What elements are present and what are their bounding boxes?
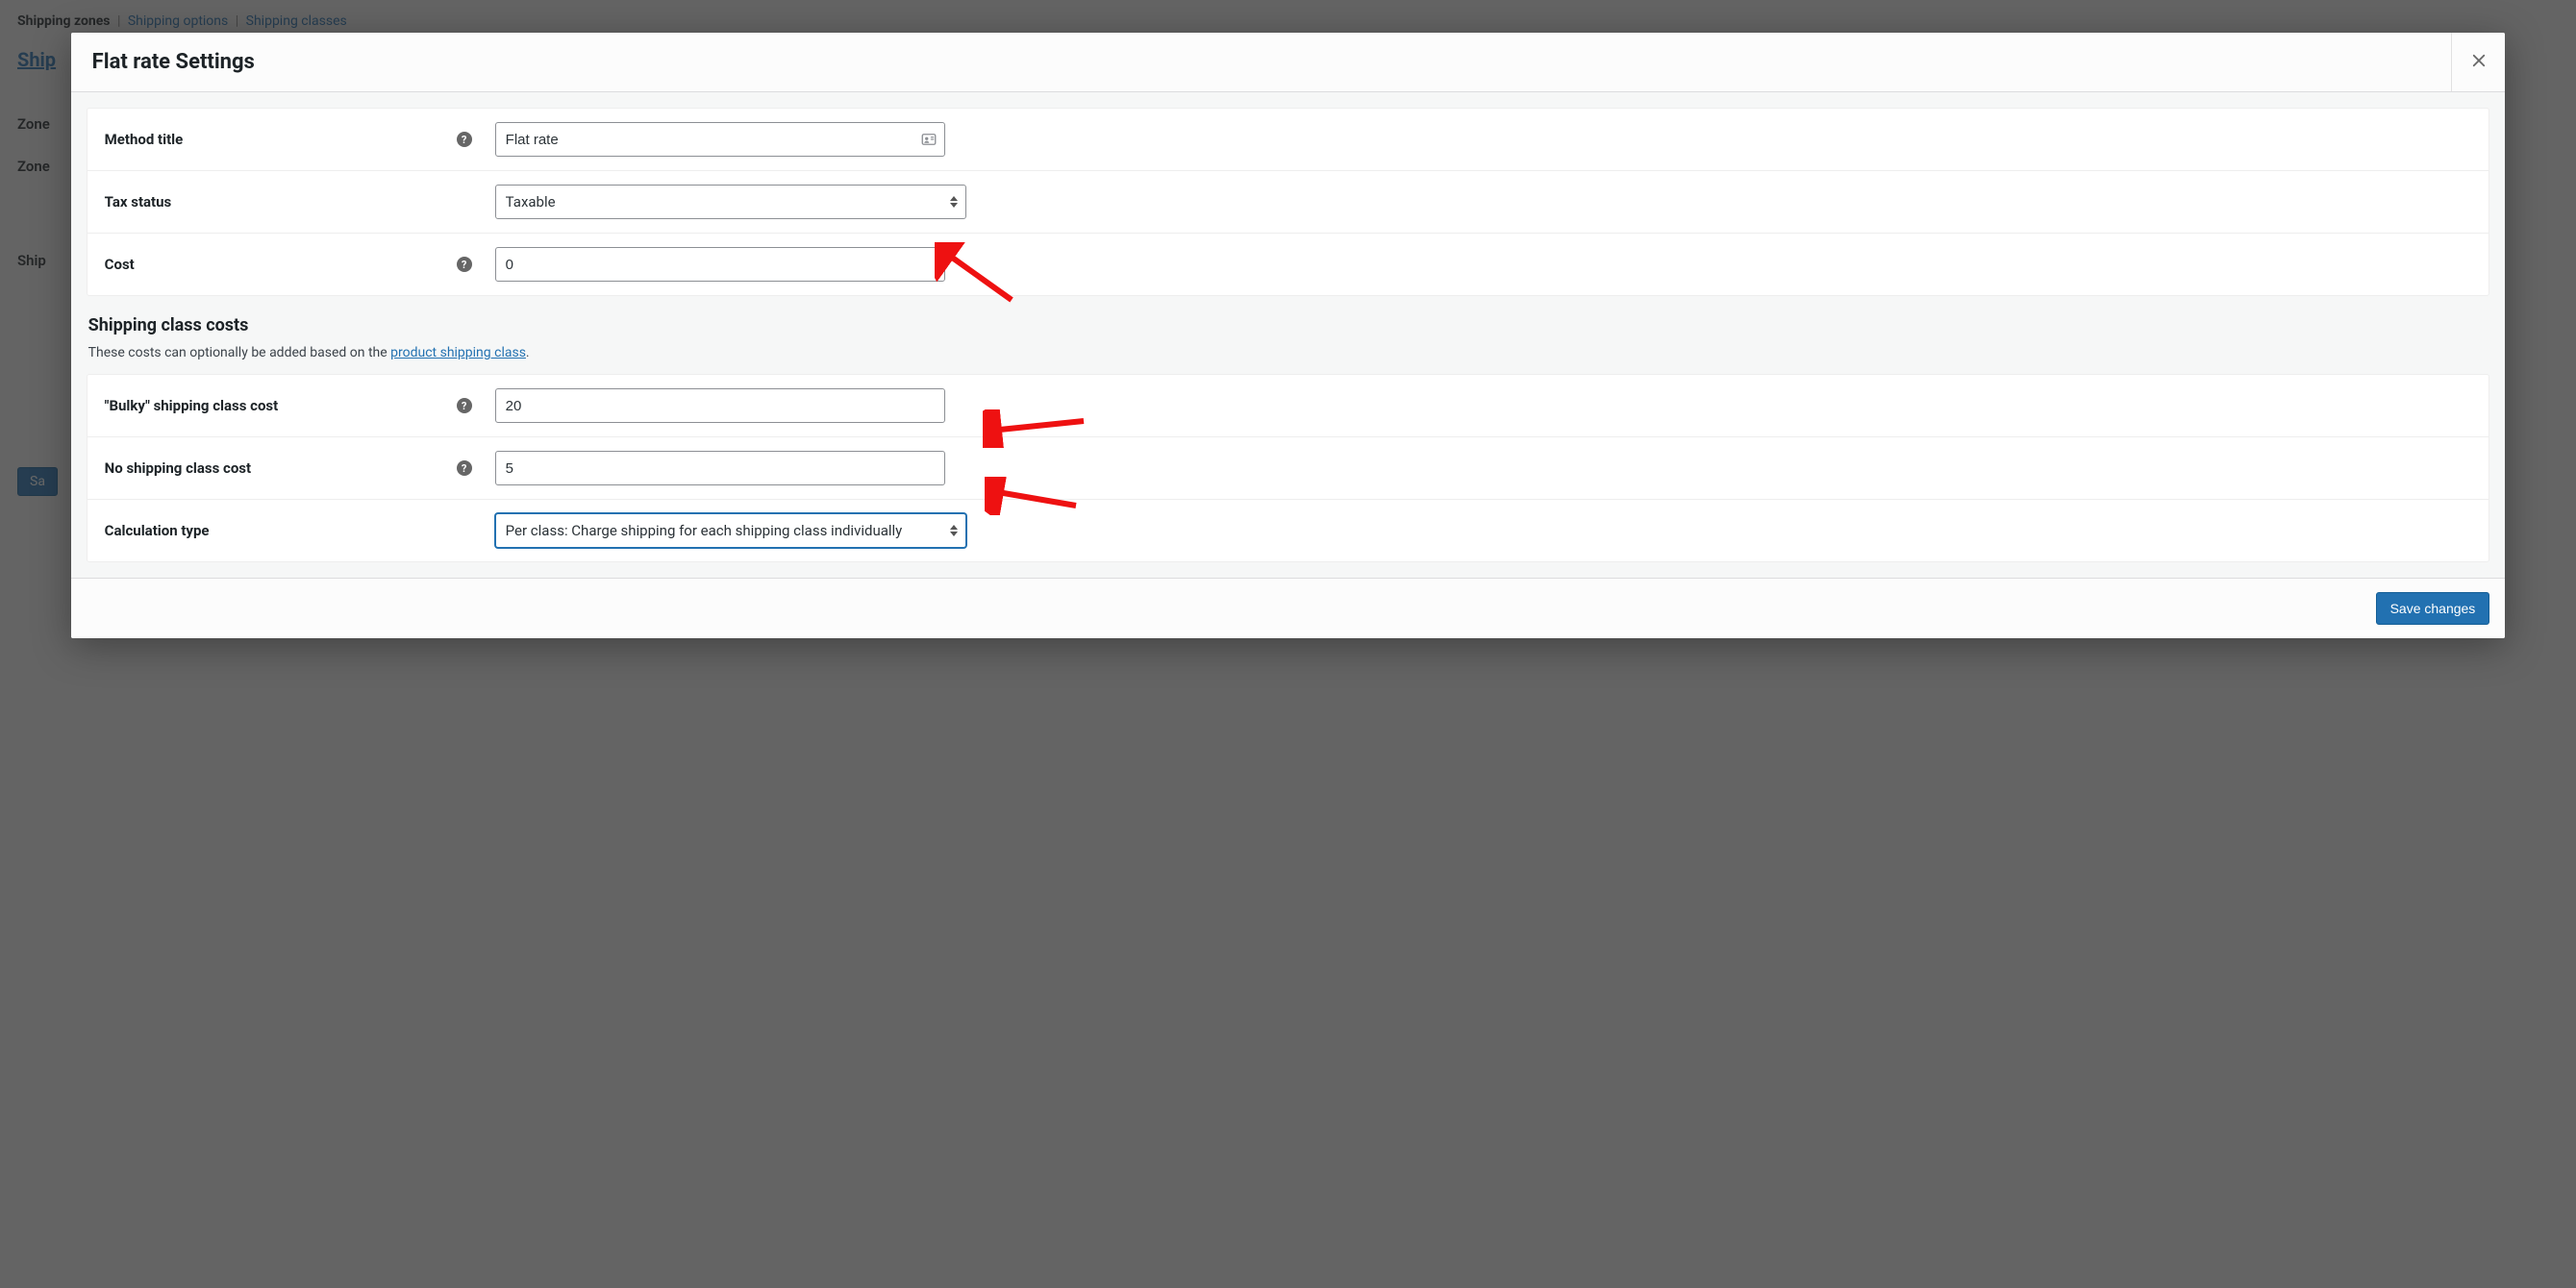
modal-footer: Save changes bbox=[71, 578, 2506, 638]
save-changes-button[interactable]: Save changes bbox=[2376, 592, 2490, 625]
tax-status-label: Tax status bbox=[105, 193, 172, 211]
help-icon[interactable]: ? bbox=[457, 460, 472, 476]
flat-rate-settings-modal: Flat rate Settings Method title bbox=[71, 33, 2506, 638]
no-class-cost-input[interactable] bbox=[495, 451, 945, 485]
cost-label: Cost bbox=[105, 256, 135, 273]
calculation-type-label: Calculation type bbox=[105, 522, 210, 539]
select-arrows-icon bbox=[950, 196, 958, 208]
product-shipping-class-link[interactable]: product shipping class bbox=[390, 345, 526, 360]
calculation-type-value: Per class: Charge shipping for each ship… bbox=[506, 522, 903, 539]
modal-body: Method title ? bbox=[71, 92, 2506, 578]
close-icon bbox=[2470, 52, 2488, 73]
bulky-class-cost-label: "Bulky" shipping class cost bbox=[105, 397, 279, 414]
help-icon[interactable]: ? bbox=[457, 398, 472, 413]
modal-header: Flat rate Settings bbox=[71, 33, 2506, 92]
shipping-class-costs-header: Shipping class costs These costs can opt… bbox=[87, 296, 2490, 374]
bulky-class-cost-input[interactable] bbox=[495, 388, 945, 423]
panel-general: Method title ? bbox=[87, 108, 2490, 296]
panel-class-costs: "Bulky" shipping class cost ? No shippin… bbox=[87, 374, 2490, 562]
calculation-type-select[interactable]: Per class: Charge shipping for each ship… bbox=[495, 513, 966, 548]
no-class-cost-label: No shipping class cost bbox=[105, 459, 251, 477]
section-description: These costs can optionally be added base… bbox=[87, 345, 2490, 360]
help-icon[interactable]: ? bbox=[457, 257, 472, 272]
section-desc-suffix: . bbox=[526, 345, 530, 360]
tax-status-select[interactable]: Taxable bbox=[495, 185, 966, 219]
select-arrows-icon bbox=[950, 525, 958, 536]
section-title: Shipping class costs bbox=[87, 311, 2490, 345]
modal-title: Flat rate Settings bbox=[71, 33, 276, 91]
method-title-label: Method title bbox=[105, 131, 184, 148]
modal-close-button[interactable] bbox=[2451, 33, 2505, 91]
modal-overlay[interactable]: Flat rate Settings Method title bbox=[0, 0, 2576, 1288]
tax-status-value: Taxable bbox=[506, 193, 556, 211]
method-title-input[interactable] bbox=[495, 122, 945, 157]
help-icon[interactable]: ? bbox=[457, 132, 472, 147]
contact-card-icon bbox=[920, 131, 938, 148]
section-desc-prefix: These costs can optionally be added base… bbox=[88, 345, 390, 360]
cost-input[interactable] bbox=[495, 247, 945, 282]
